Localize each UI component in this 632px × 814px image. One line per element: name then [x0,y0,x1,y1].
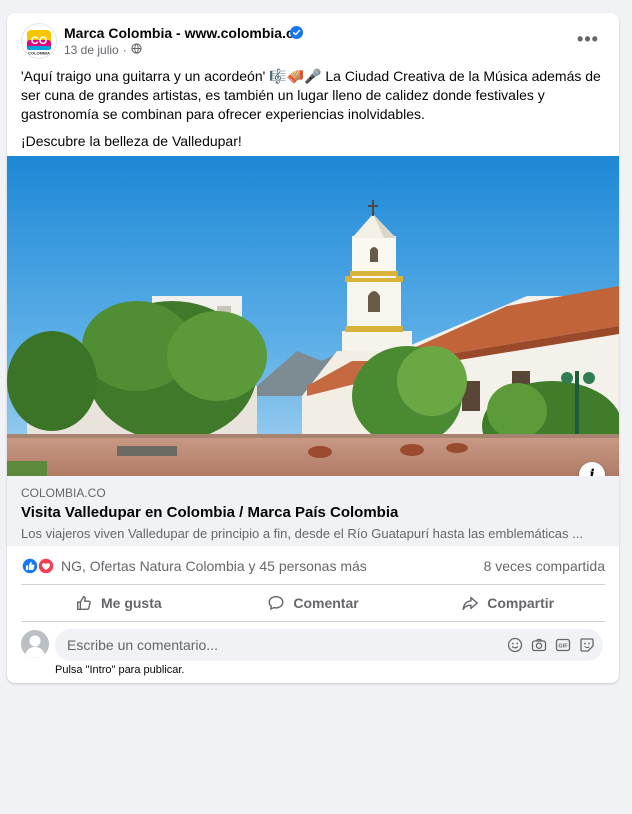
page-name-link[interactable]: Marca Colombia - www.colombia.co [64,25,302,41]
meta-separator: · [122,43,127,57]
comment-tools: GIF [507,637,595,653]
link-preview[interactable]: COLOMBIA.CO Visita Valledupar en Colombi… [7,476,619,546]
marca-colombia-logo-icon: CO COLOMBIA [27,30,51,56]
user-avatar[interactable] [21,630,49,658]
link-description: Los viajeros viven Valledupar de princip… [21,526,583,541]
comment-label: Comentar [293,595,359,611]
comment-input[interactable]: Escribe un comentario... GIF [55,629,603,661]
like-reaction-icon [21,557,39,575]
reactions-summary[interactable]: NG, Ofertas Natura Colombia y 45 persona… [21,556,367,576]
post-card: CO COLOMBIA Marca Colombia - www.colombi… [7,13,619,683]
link-domain: COLOMBIA.CO [21,486,106,500]
post-text-paragraph-1: 'Aquí traigo una guitarra y un acordeón'… [21,68,601,122]
reaction-icons [21,557,59,575]
emoji-icon[interactable] [507,637,523,653]
camera-icon[interactable] [531,637,547,653]
gif-icon[interactable]: GIF [555,637,571,653]
post-text-paragraph-2: ¡Descubre la belleza de Valledupar! [21,133,242,149]
sticker-icon[interactable] [579,637,595,653]
share-button[interactable]: Compartir [410,586,605,620]
love-reaction-icon [37,557,55,575]
comment-composer: Escribe un comentario... GIF [21,629,605,663]
post-header: CO COLOMBIA Marca Colombia - www.colombi… [7,13,619,69]
post-meta: 13 de julio · [64,43,142,57]
like-button[interactable]: Me gusta [21,586,216,620]
comment-button[interactable]: Comentar [216,586,411,620]
like-label: Me gusta [100,595,162,611]
globe-icon [131,43,142,57]
link-title[interactable]: Visita Valledupar en Colombia / Marca Pa… [21,504,398,521]
comment-bubble-icon [268,595,284,610]
publish-hint: Pulsa "Intro" para publicar. [55,664,185,676]
svg-text:CO: CO [31,35,48,47]
divider-top [21,584,605,585]
verified-badge-icon [290,26,303,44]
divider-bottom [21,621,605,622]
action-bar: Me gusta Comentar Compartir [21,586,605,620]
post-body: 'Aquí traigo una guitarra y un acordeón'… [21,67,611,159]
shares-count[interactable]: 8 veces compartida [484,558,605,574]
svg-text:GIF: GIF [558,644,568,650]
page-avatar[interactable]: CO COLOMBIA [21,23,57,59]
more-options-button[interactable]: ••• [573,27,603,51]
post-date[interactable]: 13 de julio [64,43,119,57]
reactions-text[interactable]: NG, Ofertas Natura Colombia y 45 persona… [61,558,367,574]
comment-placeholder: Escribe un comentario... [67,637,218,653]
post-photo[interactable]: i [7,156,619,476]
share-arrow-icon [462,596,479,611]
thumbs-up-icon [76,595,91,611]
valledupar-church-image [7,156,619,476]
share-label: Compartir [487,595,555,611]
svg-text:COLOMBIA: COLOMBIA [28,51,50,56]
default-user-icon [21,630,49,658]
